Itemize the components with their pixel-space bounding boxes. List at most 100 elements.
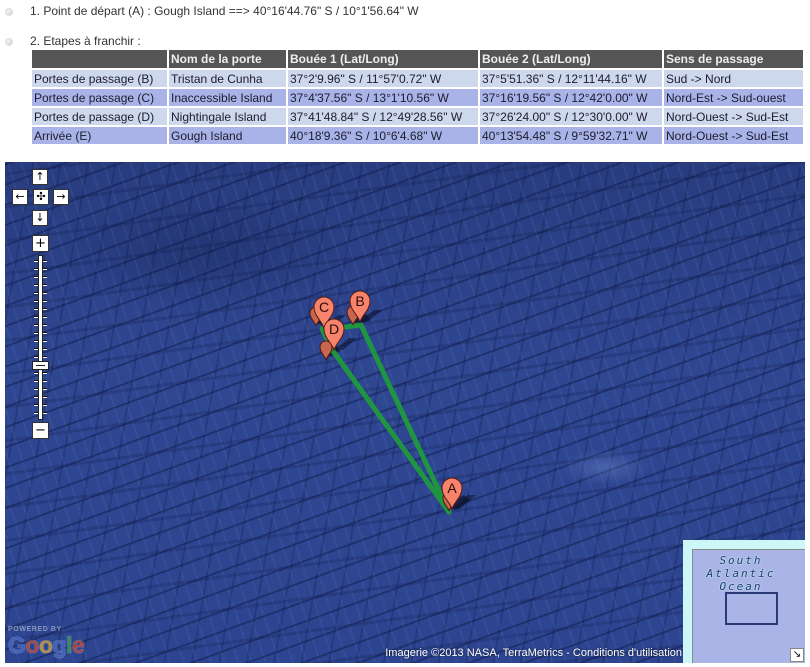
overview-ocean-label: South Atlantic Ocean (695, 554, 787, 593)
ocean-label-line: South (719, 554, 763, 567)
table-row: Portes de passage (C) Inaccessible Islan… (32, 89, 803, 106)
zoom-slider-tick[interactable] (43, 324, 47, 326)
logo-letter: g (52, 632, 67, 658)
column-header-buoy-2: Bouée 2 (Lat/Long) (480, 50, 662, 68)
cell-direction: Nord-Ouest -> Sud-Est (664, 127, 803, 144)
zoom-slider-tick[interactable] (43, 380, 47, 382)
column-header-buoy-1: Bouée 1 (Lat/Long) (288, 50, 478, 68)
pan-left-button[interactable]: ← (12, 189, 28, 205)
pan-up-button[interactable]: ↑ (32, 169, 48, 185)
zoom-slider-tick[interactable] (34, 300, 38, 302)
table-row: Portes de passage (B) Tristan de Cunha 3… (32, 70, 803, 87)
zoom-slider-tick[interactable] (34, 292, 38, 294)
cell-gate-name: Inaccessible Island (169, 89, 286, 106)
cell-type: Portes de passage (B) (32, 70, 167, 87)
step-waypoints-title: 2. Etapes à franchir : (30, 34, 141, 48)
zoom-slider-tick[interactable] (34, 396, 38, 398)
cell-gate-name: Gough Island (169, 127, 286, 144)
zoom-slider-tick[interactable] (43, 356, 47, 358)
zoom-slider-tick[interactable] (43, 284, 47, 286)
map-view[interactable]: C B D A ↑ ← ✣ → ↓ + − POWERED BY Google … (5, 162, 805, 663)
overview-viewport-rect[interactable] (725, 592, 778, 625)
zoom-slider-tick[interactable] (43, 372, 47, 374)
zoom-slider-tick[interactable] (34, 380, 38, 382)
zoom-slider-tick[interactable] (43, 404, 47, 406)
zoom-slider-tick[interactable] (43, 340, 47, 342)
minus-icon: − (35, 423, 46, 438)
overview-map-view[interactable]: South Atlantic Ocean ↘ (692, 549, 805, 663)
zoom-slider-tick[interactable] (34, 388, 38, 390)
zoom-slider-handle[interactable] (32, 361, 49, 370)
cell-buoy-2: 40°13'54.48" S / 9°59'32.71" W (480, 127, 662, 144)
zoom-slider-tick[interactable] (43, 260, 47, 262)
cell-direction: Nord-Est -> Sud-ouest (664, 89, 803, 106)
zoom-slider-tick[interactable] (43, 276, 47, 278)
arrow-up-icon: ↑ (35, 170, 45, 183)
marker-label: C (319, 299, 329, 315)
cell-direction: Sud -> Nord (664, 70, 803, 87)
table-row: Arrivée (E) Gough Island 40°18'9.36" S /… (32, 127, 803, 144)
logo-letter: G (8, 632, 26, 658)
zoom-slider-tick[interactable] (34, 284, 38, 286)
zoom-in-button[interactable]: + (32, 235, 49, 252)
zoom-slider-tick[interactable] (34, 412, 38, 414)
zoom-slider-tick[interactable] (43, 268, 47, 270)
zoom-slider-tick[interactable] (34, 356, 38, 358)
pan-right-button[interactable]: → (53, 189, 69, 205)
overview-toggle-button[interactable]: ↘ (790, 648, 804, 662)
zoom-slider-tick[interactable] (43, 348, 47, 350)
pan-reset-button[interactable]: ✣ (33, 189, 49, 205)
zoom-slider-tick[interactable] (43, 332, 47, 334)
zoom-slider-tick[interactable] (43, 292, 47, 294)
map-attribution: Imagerie ©2013 NASA, TerraMetrics - Cond… (385, 647, 682, 659)
zoom-slider-tick[interactable] (43, 388, 47, 390)
zoom-slider-tick[interactable] (34, 268, 38, 270)
zoom-slider-tick[interactable] (43, 300, 47, 302)
zoom-slider-tick[interactable] (34, 324, 38, 326)
arrow-right-icon: → (56, 190, 66, 203)
arrow-left-icon: ← (15, 190, 25, 203)
overview-map[interactable]: South Atlantic Ocean ↘ (683, 540, 805, 663)
gates-table: Nom de la porte Bouée 1 (Lat/Long) Bouée… (30, 48, 805, 146)
cell-buoy-1: 37°2'9.96" S / 11°57'0.72" W (288, 70, 478, 87)
cell-buoy-1: 40°18'9.36" S / 10°6'4.68" W (288, 127, 478, 144)
zoom-slider-tick[interactable] (34, 340, 38, 342)
cell-buoy-2: 37°26'24.00" S / 12°30'0.00" W (480, 108, 662, 125)
cell-gate-name: Tristan de Cunha (169, 70, 286, 87)
table-row: Portes de passage (D) Nightingale Island… (32, 108, 803, 125)
zoom-slider-tick[interactable] (34, 348, 38, 350)
zoom-slider-tick[interactable] (34, 260, 38, 262)
zoom-out-button[interactable]: − (32, 422, 49, 439)
zoom-slider-tick[interactable] (43, 412, 47, 414)
zoom-slider-tick[interactable] (43, 316, 47, 318)
center-reset-icon: ✣ (36, 190, 46, 203)
step-bullet-icon (5, 8, 13, 16)
zoom-slider-tick[interactable] (34, 372, 38, 374)
column-header-gate-name: Nom de la porte (169, 50, 286, 68)
step-start-point: 1. Point de départ (A) : Gough Island ==… (30, 4, 419, 18)
google-logo[interactable]: POWERED BY Google (8, 626, 85, 658)
cell-type: Arrivée (E) (32, 127, 167, 144)
cell-buoy-2: 37°5'51.36" S / 12°11'44.16" W (480, 70, 662, 87)
collapse-arrow-icon: ↘ (792, 649, 802, 660)
zoom-slider-tick[interactable] (43, 308, 47, 310)
zoom-slider-tick[interactable] (34, 332, 38, 334)
ocean-label-line: Atlantic (706, 567, 776, 580)
terms-of-use-link[interactable]: Conditions d'utilisation (573, 647, 682, 659)
route-line (319, 322, 452, 515)
zoom-slider-tick[interactable] (34, 308, 38, 310)
zoom-slider-tick[interactable] (34, 316, 38, 318)
pan-down-button[interactable]: ↓ (32, 210, 48, 226)
logo-letter: e (71, 632, 85, 658)
cell-gate-name: Nightingale Island (169, 108, 286, 125)
zoom-slider-tick[interactable] (34, 276, 38, 278)
zoom-slider-tick[interactable] (43, 396, 47, 398)
marker-label: A (447, 480, 457, 496)
zoom-slider-tick[interactable] (34, 404, 38, 406)
logo-letter: o (38, 632, 53, 658)
cell-buoy-1: 37°41'48.84" S / 12°49'28.56" W (288, 108, 478, 125)
cell-buoy-2: 37°16'19.56" S / 12°42'0.00" W (480, 89, 662, 106)
step-bullet-icon (5, 38, 13, 46)
google-wordmark: Google (8, 632, 85, 658)
cell-type: Portes de passage (C) (32, 89, 167, 106)
